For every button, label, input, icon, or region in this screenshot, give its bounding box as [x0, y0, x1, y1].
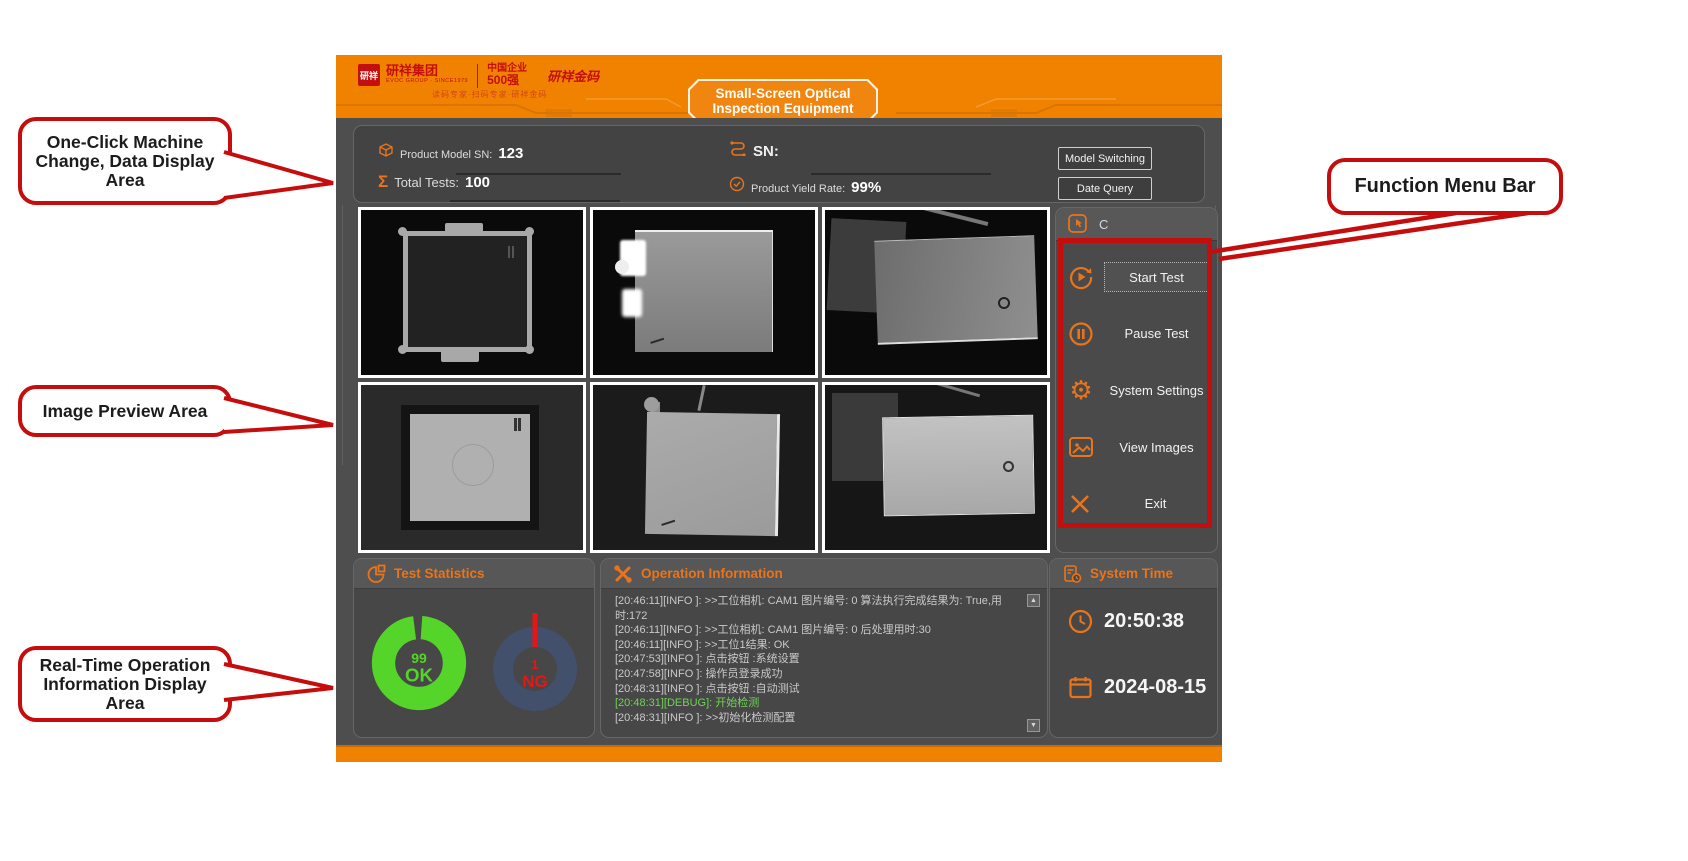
log-line: [20:46:11][INFO ]: >>工位相机: CAM1 图片编号: 0 … — [615, 594, 1021, 609]
tools-icon — [613, 564, 633, 584]
camera-image-5[interactable] — [590, 382, 818, 553]
log-line: [20:48:31][INFO ]: 点击按钮 :自动测试 — [615, 682, 1021, 697]
product-model-value: 123 — [498, 145, 523, 162]
clock-icon — [1068, 609, 1093, 634]
stats-panel-title: Test Statistics — [394, 566, 485, 581]
log-line: [20:47:58][INFO ]: 操作员登录成功 — [615, 667, 1021, 682]
operation-info-panel: Operation Information [20:46:11][INFO ]:… — [600, 558, 1048, 738]
route-icon — [729, 140, 747, 156]
menu-header-label: C — [1099, 217, 1108, 232]
camera-image-1[interactable] — [358, 207, 586, 378]
calendar-icon — [1068, 675, 1093, 700]
app-header: 研祥 研祥集团 EVOC GROUP · SINCE1979 中国企业 500强… — [336, 55, 1222, 118]
brand-logo-mark: 研祥 — [358, 64, 380, 86]
image-preview-grid — [358, 207, 1050, 553]
scroll-up-icon: ▲ — [1030, 597, 1037, 604]
left-edge-decoration — [342, 205, 343, 465]
sigma-icon: Σ — [378, 174, 388, 190]
check-circle-icon — [729, 176, 745, 192]
scroll-up-button[interactable]: ▲ — [1027, 594, 1040, 607]
date-query-button[interactable]: Date Query — [1058, 177, 1152, 200]
yield-label: Product Yield Rate: — [751, 183, 845, 195]
ok-donut-chart: 99 OK — [363, 607, 475, 719]
time-panel-title: System Time — [1090, 566, 1173, 581]
log-line: [20:48:31][INFO ]: >>初始化检测配置 — [615, 711, 1021, 726]
scroll-down-icon: ▼ — [1030, 722, 1037, 729]
log-panel-title: Operation Information — [641, 566, 783, 581]
data-display-panel: Product Model SN: 123 Σ Total Tests: 100… — [353, 125, 1205, 203]
window-footer-bar — [336, 745, 1222, 762]
logo-divider — [477, 64, 478, 88]
brand-script: 研祥金码 — [547, 66, 599, 85]
total-tests-underline — [450, 200, 620, 202]
callout-realtime-info: Real-Time Operation Information Display … — [18, 646, 232, 722]
test-statistics-panel: Test Statistics 99 OK 1 NG — [353, 558, 595, 738]
total-tests-label: Total Tests: — [394, 175, 459, 190]
schedule-icon — [1062, 564, 1082, 584]
brand-tagline: 读码专家·扫码专家·研祥金码 — [432, 89, 547, 100]
log-line: 时:172 — [615, 609, 1021, 624]
system-time-value: 20:50:38 — [1104, 610, 1184, 633]
total-tests-value: 100 — [465, 174, 490, 191]
sn-underline — [811, 173, 991, 175]
ok-count: 99 — [411, 650, 427, 666]
click-hand-icon — [1068, 214, 1090, 234]
screenshot-canvas: 研祥 研祥集团 EVOC GROUP · SINCE1979 中国企业 500强… — [0, 0, 1688, 861]
camera-image-3[interactable] — [822, 207, 1050, 378]
function-menu-highlight-rect — [1058, 238, 1212, 528]
product-model-label: Product Model SN: — [400, 149, 492, 161]
callout-data-display: One-Click Machine Change, Data Display A… — [18, 117, 232, 205]
app-title-line1: Small-Screen Optical — [715, 86, 850, 101]
app-title-line2: Inspection Equipment — [712, 101, 853, 116]
callout-image-preview: Image Preview Area — [18, 385, 232, 437]
brand-logo: 研祥 研祥集团 EVOC GROUP · SINCE1979 中国企业 500强… — [358, 64, 599, 88]
sn-label: SN: — [753, 143, 779, 160]
system-time-panel: System Time 20:50:38 2024-08-15 — [1049, 558, 1218, 738]
camera-image-6[interactable] — [822, 382, 1050, 553]
brand-group-name: 研祥集团 — [386, 64, 468, 77]
callout-function-menu: Function Menu Bar — [1327, 158, 1563, 215]
brand-rank: 500强 — [487, 74, 527, 86]
ng-donut-chart: 1 NG — [485, 607, 585, 719]
log-line: [20:47:53][INFO ]: 点击按钮 :系统设置 — [615, 652, 1021, 667]
camera-image-4[interactable] — [358, 382, 586, 553]
model-switching-button[interactable]: Model Switching — [1058, 147, 1152, 170]
package-icon — [378, 142, 394, 158]
log-line-debug: [20:48:31][DEBUG]: 开始检测 — [615, 696, 1021, 711]
pie-chart-icon — [366, 564, 386, 584]
scroll-down-button[interactable]: ▼ — [1027, 719, 1040, 732]
system-date-value: 2024-08-15 — [1104, 676, 1206, 699]
log-line: [20:46:11][INFO ]: >>工位相机: CAM1 图片编号: 0 … — [615, 623, 1021, 638]
yield-value: 99% — [851, 179, 881, 196]
brand-group-en: EVOC GROUP · SINCE1979 — [386, 79, 468, 85]
ng-count: 1 — [531, 657, 538, 672]
app-title-plaque: Small-Screen Optical Inspection Equipmen… — [688, 79, 878, 118]
operation-log[interactable]: [20:46:11][INFO ]: >>工位相机: CAM1 图片编号: 0 … — [601, 589, 1047, 737]
ok-label: OK — [405, 665, 434, 686]
log-line: [20:46:11][INFO ]: >>工位1结果: OK — [615, 638, 1021, 653]
camera-image-2[interactable] — [590, 207, 818, 378]
ng-label: NG — [522, 672, 548, 691]
